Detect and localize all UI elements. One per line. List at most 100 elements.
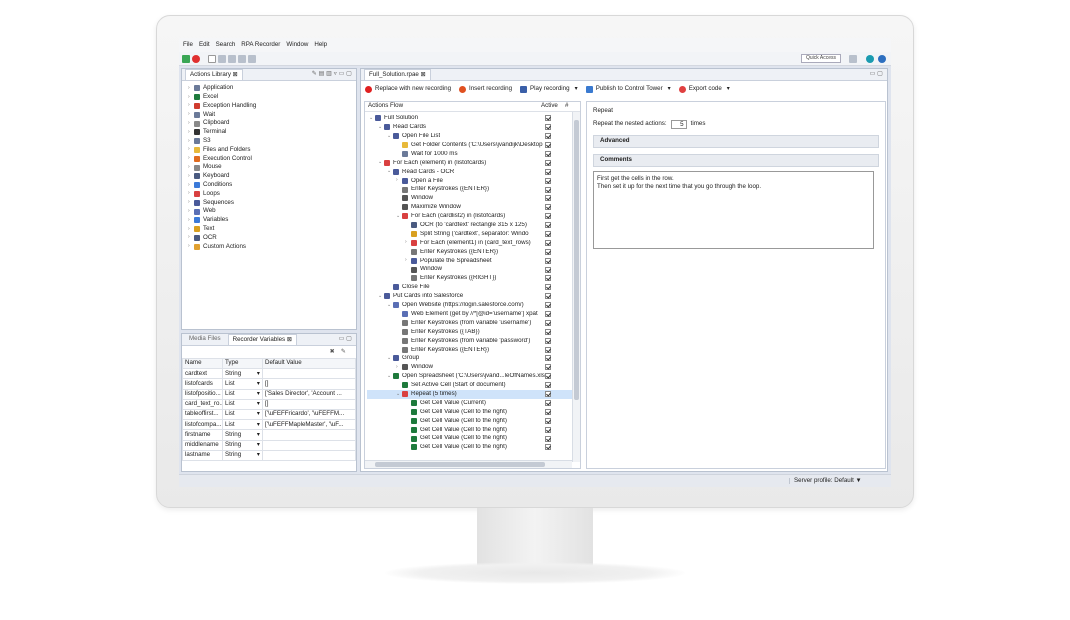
flow-item[interactable]: Maximize Window — [367, 203, 580, 212]
table-row[interactable]: listofpositio... List ▾ ['Sales Director', … — [182, 388, 356, 400]
chevron-down-icon[interactable]: ▾ — [575, 85, 578, 92]
chevron-down-icon[interactable]: ▾ — [257, 441, 260, 448]
active-checkbox[interactable] — [545, 124, 551, 131]
active-checkbox[interactable] — [545, 151, 551, 157]
column-header-default[interactable]: Default Value — [262, 357, 356, 370]
comments-section-header[interactable]: Comments — [593, 154, 879, 167]
flow-item[interactable]: Enter Keystrokes ({RIGHT}) — [367, 274, 580, 283]
active-checkbox[interactable] — [545, 231, 551, 238]
flow-item[interactable]: Get Cell Value (Cell to the right) — [367, 434, 580, 443]
variable-name[interactable]: middlename — [182, 439, 223, 451]
active-checkbox[interactable] — [545, 293, 551, 300]
edit-variable-icon[interactable]: ✎ — [341, 348, 346, 355]
flow-item[interactable]: Enter Keystrokes (from variable 'passwor… — [367, 336, 580, 345]
column-header-type[interactable]: Type — [222, 357, 263, 370]
flow-item[interactable]: Split String ('cardtext', separator: Win… — [367, 230, 580, 239]
quick-access-input[interactable]: Quick Access — [801, 54, 841, 63]
new-icon[interactable] — [182, 54, 190, 63]
variable-name[interactable]: listofcompa... — [182, 419, 223, 431]
flow-item[interactable]: › Window — [367, 363, 580, 372]
table-row[interactable]: firstname String ▾ — [182, 429, 356, 441]
flow-item[interactable]: Get Cell Value (Cell to the right) — [367, 407, 580, 416]
chevron-down-icon[interactable]: ▾ — [257, 370, 260, 377]
variable-default[interactable]: ['Sales Director', 'Account ... — [262, 388, 356, 400]
active-checkbox[interactable] — [545, 399, 551, 406]
flow-item[interactable]: ⌄ Read Cards — [367, 123, 580, 132]
menu-search[interactable]: Search — [216, 41, 236, 48]
library-item[interactable]: › Excel — [188, 93, 356, 102]
active-checkbox[interactable] — [545, 257, 551, 264]
flow-item[interactable]: Enter Keystrokes ({TAB}) — [367, 327, 580, 336]
column-header-name[interactable]: Name — [182, 357, 223, 370]
active-checkbox[interactable] — [545, 248, 551, 255]
export-code-button[interactable]: Export code ▾ — [678, 85, 730, 93]
active-checkbox[interactable] — [545, 391, 551, 398]
variable-default[interactable] — [262, 439, 356, 451]
variable-default[interactable]: ['\uFEFFricardo', '\uFEFFM... — [262, 408, 356, 421]
table-row[interactable]: listofcards List ▾[] — [182, 378, 356, 390]
flow-item[interactable]: Wait for 1000 ms — [367, 150, 580, 159]
table-row[interactable]: cardtext String ▾ — [182, 368, 356, 380]
variable-name[interactable]: listofcards — [182, 378, 223, 390]
variable-type[interactable]: String ▾ — [222, 429, 263, 441]
active-checkbox[interactable] — [545, 222, 551, 229]
library-item[interactable]: › Keyboard — [188, 172, 356, 181]
active-checkbox[interactable] — [545, 373, 551, 380]
flow-item[interactable]: › Populate the Spreadsheet — [367, 256, 580, 265]
library-item[interactable]: › Text — [188, 225, 356, 234]
active-checkbox[interactable] — [545, 417, 551, 424]
library-item[interactable]: › Loops — [188, 190, 356, 199]
variable-name[interactable]: lastname — [182, 449, 223, 461]
table-row[interactable]: listofcompa... List ▾ ['\uFEFFMapleMaster',… — [182, 419, 356, 431]
menu-file[interactable]: File — [183, 41, 193, 48]
horizontal-scrollbar[interactable] — [365, 460, 572, 468]
panel-controls-icon[interactable]: ✎ ▤ ▥ ▿ ▭ ▢ — [312, 71, 356, 77]
active-checkbox[interactable] — [545, 337, 551, 344]
variable-name[interactable]: tableoffirst... — [182, 408, 223, 421]
active-checkbox[interactable] — [545, 426, 551, 433]
active-checkbox[interactable] — [545, 195, 551, 202]
active-checkbox[interactable] — [545, 328, 551, 335]
active-checkbox[interactable] — [545, 364, 551, 371]
variable-name[interactable]: firstname — [182, 429, 223, 441]
replace-recording-button[interactable]: Replace with new recording — [365, 85, 451, 93]
search-icon[interactable] — [248, 54, 256, 63]
flow-item[interactable]: Get Folder Contents ('C:\Users\jvandijk\… — [367, 141, 580, 150]
record-icon[interactable] — [192, 54, 200, 63]
library-item[interactable]: › Exception Handling — [188, 102, 356, 111]
recorder-perspective-icon[interactable] — [866, 55, 874, 63]
chevron-down-icon[interactable]: ▾ — [257, 411, 260, 417]
variable-type[interactable]: List ▾ — [222, 398, 263, 410]
comments-textarea[interactable]: First get the cells in the row. Then set… — [593, 171, 874, 249]
recorder-variables-tab[interactable]: Recorder Variables ⊠ — [227, 334, 298, 345]
menu-help[interactable]: Help — [314, 41, 327, 48]
flow-item[interactable]: OCR (to 'cardtext' rectangle 315 x 125) — [367, 221, 580, 230]
variable-type[interactable]: List ▾ — [222, 378, 263, 390]
flow-item[interactable]: Window — [367, 265, 580, 274]
perspective-icon[interactable] — [849, 55, 857, 63]
active-checkbox[interactable] — [545, 408, 551, 415]
debug-perspective-icon[interactable] — [878, 55, 886, 63]
table-row[interactable]: card_text_ro... List ▾[] — [182, 398, 356, 410]
chevron-down-icon[interactable]: ▾ — [727, 85, 730, 92]
chevron-down-icon[interactable]: ▾ — [668, 85, 671, 92]
flow-item[interactable]: ⌄ Open File List — [367, 132, 580, 141]
flow-item[interactable]: ⌄ For Each (cardlist2) in (listofcards) — [367, 212, 580, 221]
table-row[interactable]: tableoffirst... List ▾ ['\uFEFFricardo', '\… — [182, 408, 356, 421]
variable-default[interactable]: [] — [262, 398, 356, 410]
active-checkbox[interactable] — [545, 319, 551, 326]
active-checkbox[interactable] — [545, 275, 551, 282]
chevron-down-icon[interactable]: ▾ — [257, 451, 260, 458]
actions-library-tab[interactable]: Actions Library ⊠ — [185, 69, 243, 80]
flow-item[interactable]: ⌄ Repeat (5 times) — [367, 389, 580, 399]
active-checkbox[interactable] — [545, 355, 551, 362]
play-recording-button[interactable]: Play recording ▾ — [520, 85, 578, 93]
flow-item[interactable]: Get Cell Value (Cell to the right) — [367, 425, 580, 434]
editor-file-tab[interactable]: Full_Solution.rpae ⊠ — [364, 69, 431, 80]
chevron-down-icon[interactable]: ▾ — [257, 380, 260, 387]
flow-item[interactable]: Enter Keystrokes ({ENTER}) — [367, 247, 580, 256]
variable-type[interactable]: List ▾ — [222, 419, 263, 431]
flow-item[interactable]: ⌄ Put Cards into Salesforce — [367, 292, 580, 301]
active-checkbox[interactable] — [545, 302, 551, 309]
variable-name[interactable]: cardtext — [182, 368, 223, 380]
